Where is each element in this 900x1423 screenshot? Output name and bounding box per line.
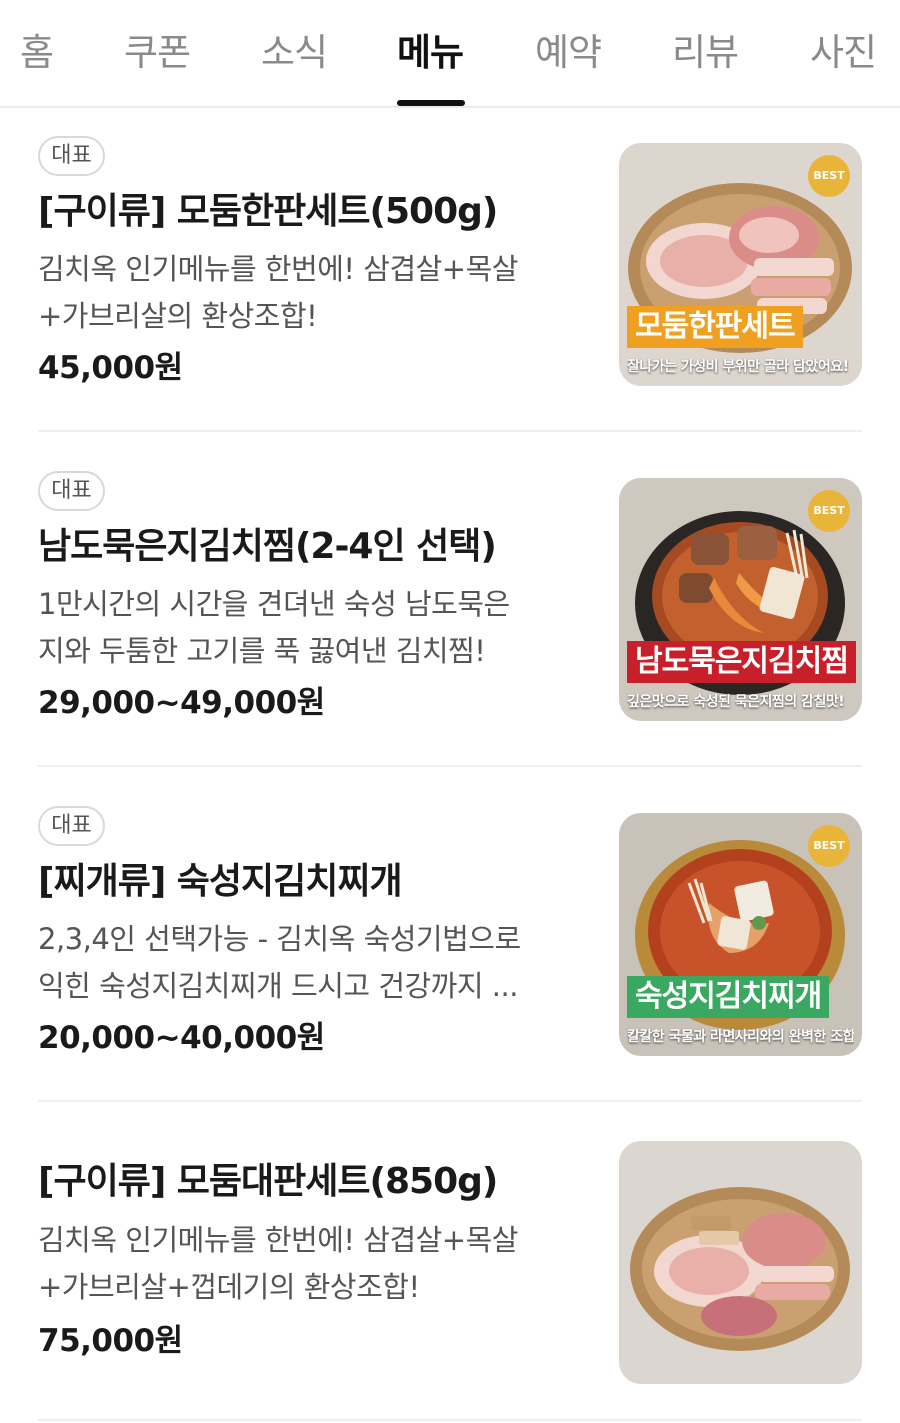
menu-item-description: 김치옥 인기메뉴를 한번에! 삼겹살+목살 +가브리살+껍데기의 환상조합!: [38, 1223, 518, 1304]
menu-item-price: 20,000~40,000원: [38, 1020, 325, 1056]
tab-reservation[interactable]: 예약: [535, 28, 602, 78]
menu-item-photo: BEST 모둠한판세트 잘나가는 가성비 부위만 골라 담았어요!: [619, 143, 862, 386]
signature-badge: 대표: [38, 471, 105, 511]
divider: [38, 430, 862, 432]
tab-menu[interactable]: 메뉴: [397, 28, 464, 78]
tab-coupon[interactable]: 쿠폰: [124, 28, 191, 78]
menu-item-photo: [619, 1141, 862, 1384]
menu-item-description: 2,3,4인 선택가능 - 김치옥 숙성기법으로 익힌 숙성지김치찌개 드시고 …: [38, 922, 521, 1003]
menu-item-price: 75,000원: [38, 1323, 183, 1359]
menu-item-photo: BEST 숙성지김치찌개 칼칼한 국물과 라면사리와의 완벽한 조합!: [619, 813, 862, 1056]
signature-badge: 대표: [38, 806, 105, 846]
photo-headline: 숙성지김치찌개: [627, 976, 830, 1018]
best-badge: BEST: [808, 490, 850, 532]
menu-item[interactable]: [구이류] 모둠대판세트(850g) 김치옥 인기메뉴를 한번에! 삼겹살+목살…: [38, 1141, 862, 1391]
menu-item[interactable]: 대표 남도묵은지김치찜(2-4인 선택) 1만시간의 시간을 견뎌낸 숙성 남도…: [38, 471, 862, 731]
tab-news[interactable]: 소식: [261, 28, 328, 78]
signature-badge: 대표: [38, 136, 105, 176]
best-badge: BEST: [808, 155, 850, 197]
tab-home[interactable]: 홈: [20, 28, 54, 78]
divider: [38, 1419, 862, 1421]
active-tab-indicator: [397, 100, 465, 106]
menu-item-description: 1만시간의 시간을 견뎌낸 숙성 남도묵은 지와 두툼한 고기를 푹 끓여낸 김…: [38, 587, 510, 668]
tab-bar: 홈 쿠폰 소식 메뉴 예약 리뷰 사진: [0, 0, 900, 108]
photo-caption: 잘나가는 가성비 부위만 골라 담았어요!: [627, 359, 849, 375]
photo-headline: 남도묵은지김치찜: [627, 641, 856, 683]
tab-photo[interactable]: 사진: [810, 28, 877, 78]
tab-review[interactable]: 리뷰: [672, 28, 739, 78]
menu-item-price: 45,000원: [38, 350, 183, 386]
menu-item-title: [구이류] 모둠한판세트(500g): [38, 191, 498, 232]
divider: [38, 765, 862, 767]
menu-item-title: 남도묵은지김치찜(2-4인 선택): [38, 526, 497, 567]
photo-caption: 깊은맛으로 숙성된 묵은지찜의 감칠맛!: [627, 694, 845, 710]
best-badge: BEST: [808, 825, 850, 867]
photo-caption: 칼칼한 국물과 라면사리와의 완벽한 조합!: [627, 1029, 854, 1045]
menu-item-description: 김치옥 인기메뉴를 한번에! 삼겹살+목살 +가브리살의 환상조합!: [38, 252, 518, 333]
divider: [38, 1100, 862, 1102]
menu-item-photo: BEST 남도묵은지김치찜 깊은맛으로 숙성된 묵은지찜의 감칠맛!: [619, 478, 862, 721]
menu-item[interactable]: 대표 [찌개류] 숙성지김치찌개 2,3,4인 선택가능 - 김치옥 숙성기법으…: [38, 806, 862, 1066]
menu-item-title: [찌개류] 숙성지김치찌개: [38, 861, 403, 902]
photo-headline: 모둠한판세트: [627, 306, 803, 348]
menu-item-price: 29,000~49,000원: [38, 685, 325, 721]
menu-item-title: [구이류] 모둠대판세트(850g): [38, 1161, 498, 1202]
menu-item[interactable]: 대표 [구이류] 모둠한판세트(500g) 김치옥 인기메뉴를 한번에! 삼겹살…: [38, 136, 862, 396]
